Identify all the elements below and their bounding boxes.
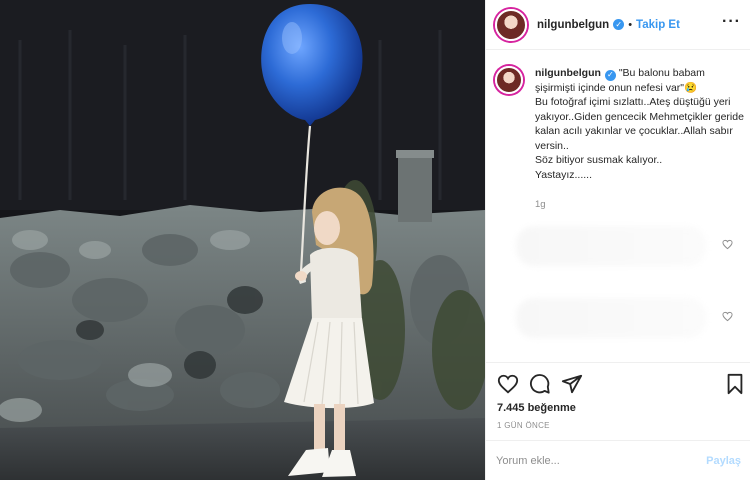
blurred-comment bbox=[516, 226, 706, 266]
follow-button[interactable]: Takip Et bbox=[636, 19, 680, 31]
comment-icon[interactable] bbox=[529, 373, 551, 395]
caption-text: "Bu balonu babam şişirmişti içinde onun … bbox=[535, 67, 744, 181]
heart-icon[interactable] bbox=[497, 373, 519, 395]
comment-like-heart-icon[interactable] bbox=[722, 311, 733, 322]
post-caption: nilgunbelgun ✓ "Bu balonu babam şişirmişt… bbox=[495, 66, 747, 213]
avatar[interactable] bbox=[495, 8, 527, 41]
add-comment-bar: Paylaş bbox=[486, 440, 750, 480]
comment-input[interactable] bbox=[496, 454, 707, 467]
share-icon[interactable] bbox=[561, 373, 583, 395]
verified-badge-icon: ✓ bbox=[604, 69, 616, 81]
caption-username-link[interactable]: nilgunbelgun bbox=[535, 67, 601, 79]
post-sidebar: nilgunbelgun ✓ • Takip Et ··· nilgunbelg… bbox=[485, 0, 750, 480]
post-photo[interactable] bbox=[0, 0, 485, 480]
more-options-icon[interactable]: ··· bbox=[722, 13, 741, 31]
likes-count[interactable]: 7.445 beğenme bbox=[497, 402, 576, 414]
post-header: nilgunbelgun ✓ • Takip Et ··· bbox=[486, 0, 750, 50]
verified-badge-icon: ✓ bbox=[613, 19, 625, 30]
bookmark-icon[interactable] bbox=[724, 373, 746, 395]
separator-dot: • bbox=[628, 18, 633, 31]
caption-avatar[interactable] bbox=[495, 66, 523, 94]
blurred-comment bbox=[516, 298, 706, 338]
girl-with-balloon-photo bbox=[0, 0, 485, 480]
post-time-ago: 1 GÜN ÖNCE bbox=[497, 421, 550, 430]
username-link[interactable]: nilgunbelgun bbox=[537, 19, 609, 31]
caption-body: nilgunbelgun ✓ "Bu balonu babam şişirmişt… bbox=[535, 66, 747, 213]
post-comment-button[interactable]: Paylaş bbox=[706, 455, 741, 467]
comment-like-heart-icon[interactable] bbox=[722, 239, 733, 250]
caption-time: 1g bbox=[535, 199, 546, 211]
